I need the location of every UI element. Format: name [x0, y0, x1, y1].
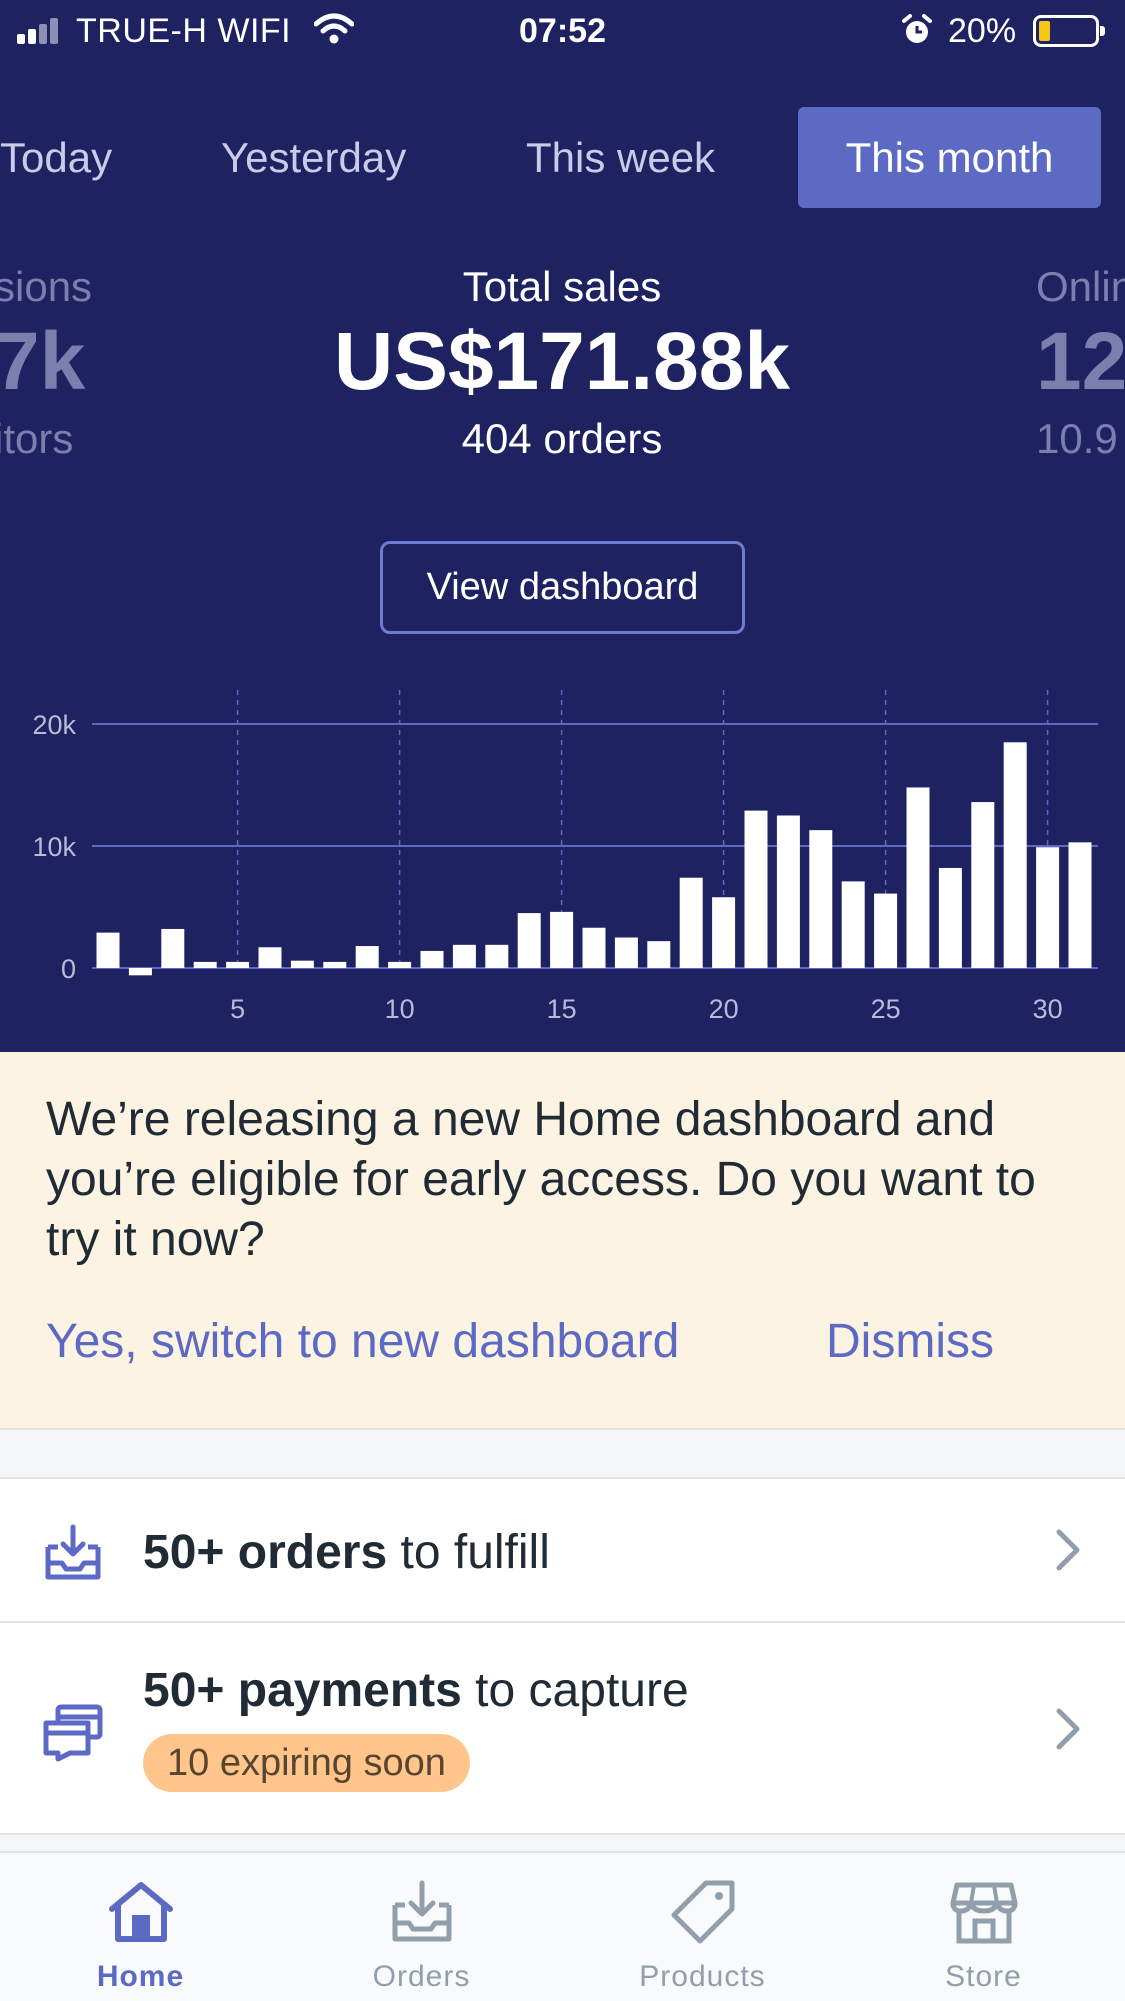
chart-bar: [647, 941, 671, 968]
task-label-rest: to capture: [461, 1664, 689, 1717]
chart-bar: [874, 893, 898, 968]
battery-percentage: 20%: [948, 12, 1017, 50]
chart-bar: [712, 897, 736, 968]
chart-x-tick-label: 5: [230, 994, 245, 1024]
nav-products[interactable]: Products: [562, 1853, 843, 2001]
nav-label: Products: [639, 1960, 766, 1993]
switch-dashboard-link[interactable]: Yes, switch to new dashboard: [46, 1314, 679, 1369]
task-label-bold: 50+ payments: [143, 1664, 462, 1717]
early-access-notice: We’re releasing a new Home dashboard and…: [0, 1052, 1125, 1430]
task-label-rest: to fulfill: [387, 1526, 550, 1579]
chart-bar: [614, 937, 638, 968]
orders-icon: [392, 1880, 451, 1942]
chart-bar: [258, 947, 282, 968]
chart-bar: [388, 961, 412, 968]
sales-overview-header: TRUE-H WIFI 07:52 20% Today Yesterday Th…: [0, 0, 1125, 1052]
chart-bar: [582, 927, 606, 968]
metric-value: 12: [1036, 316, 1125, 407]
task-label-bold: 50+ orders: [143, 1526, 388, 1579]
home-icon: [108, 1882, 173, 1942]
view-dashboard-button[interactable]: View dashboard: [380, 541, 745, 634]
task-label: 50+ orders to fulfill: [143, 1525, 550, 1580]
chart-bar: [809, 830, 833, 968]
chart-bar: [776, 815, 800, 968]
chart-bar: [1068, 842, 1092, 968]
chart-bar: [744, 810, 768, 968]
metric-label: sions: [0, 263, 93, 310]
chart-x-tick-label: 30: [1033, 994, 1063, 1024]
bottom-navigation: Home Orders Products Store: [0, 1851, 1125, 2001]
nav-label: Home: [96, 1960, 185, 1993]
total-sales-value: US$171.88k: [334, 316, 790, 407]
battery-icon: [1033, 15, 1105, 47]
metric-value: 7k: [0, 316, 86, 407]
chart-bar: [226, 961, 250, 968]
task-payments-to-capture[interactable]: 50+ payments to capture 10 expiring soon: [0, 1621, 1125, 1835]
notice-message: We’re releasing a new Home dashboard and…: [46, 1093, 1036, 1266]
inbox-download-icon: [42, 1521, 104, 1588]
chart-y-tick-label: 20k: [32, 710, 76, 740]
metric-sub: 10.9: [1036, 415, 1118, 462]
period-tabs: Today Yesterday This week This month: [0, 107, 1125, 208]
chart-bar: [906, 787, 930, 968]
nav-store[interactable]: Store: [843, 1853, 1124, 2001]
chart-bar: [355, 946, 379, 968]
metric-total-sales[interactable]: Total sales US$171.88k 404 orders: [262, 263, 862, 463]
tag-icon: [671, 1880, 734, 1944]
metric-sessions[interactable]: sions 7k itors: [0, 263, 92, 463]
nav-label: Store: [945, 1960, 1022, 1993]
chart-bar: [323, 961, 347, 968]
chart-bar: [550, 911, 574, 968]
chart-bar: [841, 881, 865, 968]
tab-this-week[interactable]: This week: [526, 107, 715, 208]
tab-this-month[interactable]: This month: [798, 107, 1101, 208]
metric-online-store[interactable]: Onlin 12 10.9: [1036, 263, 1125, 463]
chart-bar: [938, 867, 962, 968]
nav-orders[interactable]: Orders: [281, 1853, 562, 2001]
task-orders-to-fulfill[interactable]: 50+ orders to fulfill: [0, 1477, 1125, 1621]
chart-x-tick-label: 20: [709, 994, 739, 1024]
chart-bar: [485, 944, 509, 968]
store-icon: [950, 1882, 1017, 1944]
expiring-badge: 10 expiring soon: [143, 1734, 470, 1792]
chart-bar: [1036, 847, 1060, 968]
chart-bar: [161, 928, 185, 968]
tab-yesterday[interactable]: Yesterday: [221, 107, 406, 208]
chart-y-tick-label: 10k: [32, 832, 76, 862]
dismiss-link[interactable]: Dismiss: [826, 1314, 994, 1369]
chart-bar: [193, 961, 217, 968]
chart-bar: [1003, 742, 1027, 968]
chart-bar: [452, 944, 476, 968]
chart-y-tick-label: 0: [61, 954, 76, 984]
nav-home[interactable]: Home: [0, 1853, 281, 2001]
chart-bar: [517, 913, 541, 968]
chart-bar: [971, 802, 995, 968]
status-bar: TRUE-H WIFI 07:52 20%: [0, 0, 1125, 64]
task-label: 50+ payments to capture: [143, 1663, 689, 1718]
chevron-right-icon: [1053, 1707, 1083, 1756]
orders-count: 404 orders: [461, 415, 663, 462]
chart-bar: [128, 968, 152, 976]
chart-x-tick-label: 25: [871, 994, 901, 1024]
metric-sub: itors: [0, 415, 74, 462]
metric-label: Onlin: [1036, 263, 1125, 310]
chart-bar: [96, 932, 120, 968]
alarm-icon: [900, 13, 934, 56]
chart-x-tick-label: 15: [547, 994, 577, 1024]
payments-icon: [42, 1701, 104, 1768]
sales-bar-chart: 0 10k 20k 5 10 15 20 25 30: [32, 690, 1098, 1024]
nav-label: Orders: [372, 1960, 471, 1993]
chart-x-tick-label: 10: [385, 994, 415, 1024]
total-sales-label: Total sales: [462, 263, 662, 310]
chart-bar: [420, 950, 444, 968]
chart-bar: [679, 877, 703, 968]
chart-bar: [290, 960, 314, 968]
tab-today[interactable]: Today: [0, 107, 112, 208]
chevron-right-icon: [1053, 1528, 1083, 1577]
